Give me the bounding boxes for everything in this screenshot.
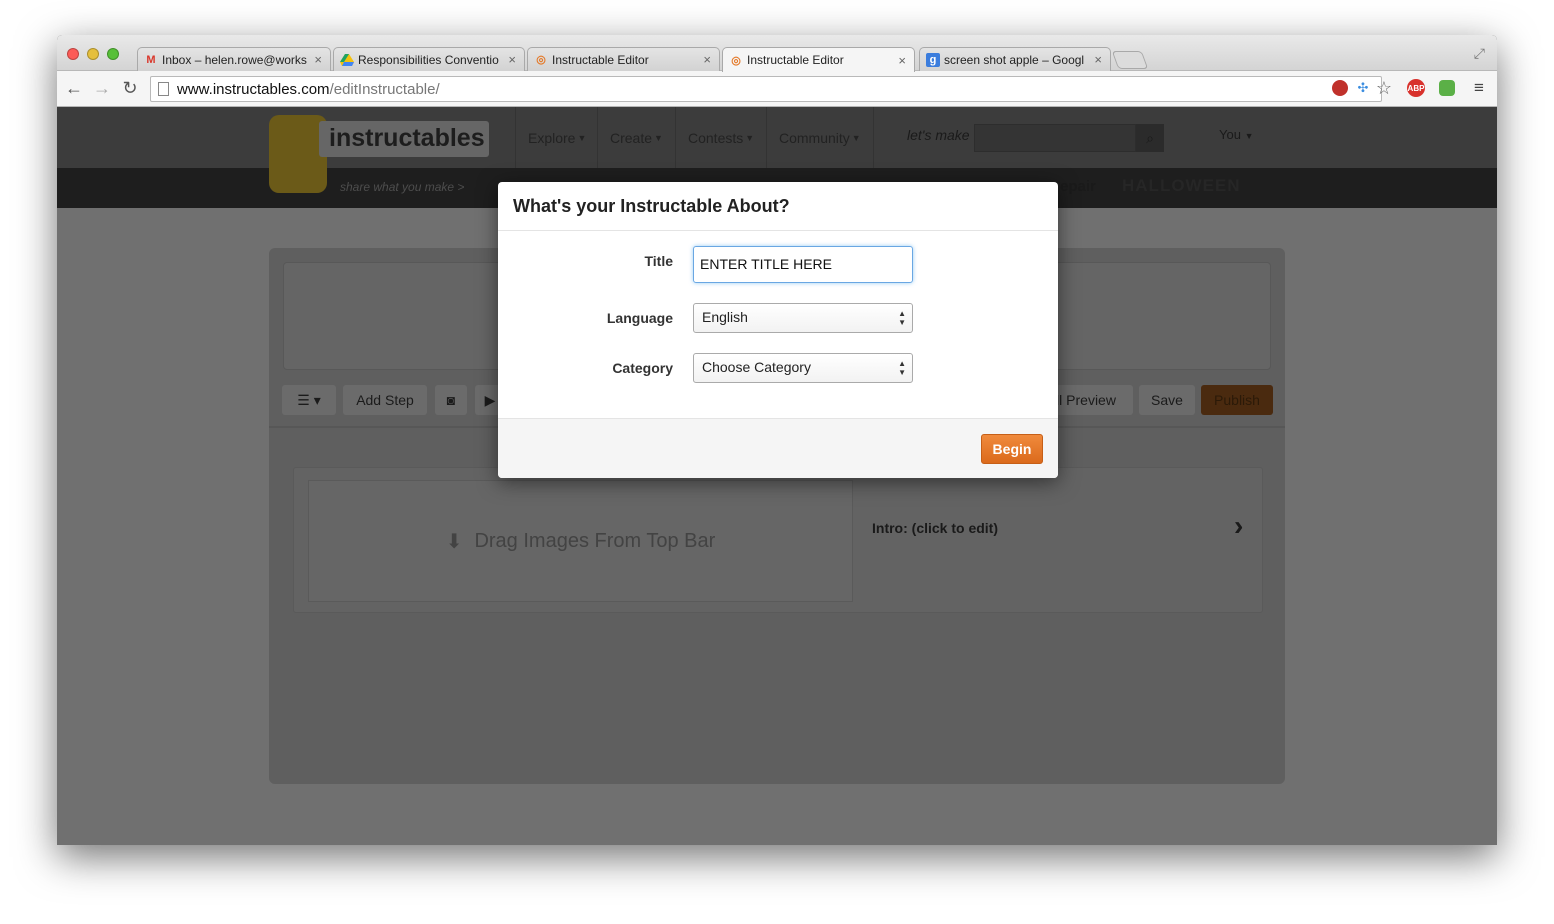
user-menu[interactable]: You ▼: [1219, 127, 1253, 142]
step-list-button[interactable]: ☰ ▾: [282, 385, 336, 415]
modal-title: What's your Instructable About?: [513, 196, 790, 216]
tab-title: Inbox – helen.rowe@works: [162, 52, 307, 67]
minimize-window-button[interactable]: [87, 48, 99, 60]
browser-tab-gmail[interactable]: M Inbox – helen.rowe@works ×: [137, 47, 331, 71]
site-tagline[interactable]: share what you make >: [340, 180, 464, 194]
caret-down-icon: ▼: [745, 132, 755, 143]
close-window-button[interactable]: [67, 48, 79, 60]
begin-button[interactable]: Begin: [981, 434, 1043, 464]
modal-header: What's your Instructable About?: [498, 182, 1058, 231]
close-tab-icon[interactable]: ×: [703, 52, 711, 67]
instructables-icon: ◎: [536, 54, 546, 66]
menu-icon[interactable]: ≡: [1469, 78, 1489, 98]
nav-label: Contests: [688, 129, 744, 146]
subnav-halloween-link[interactable]: HALLOWEEN: [1122, 176, 1241, 196]
save-button[interactable]: Save: [1139, 385, 1195, 415]
site-logo[interactable]: instructables: [319, 121, 489, 157]
nav-create[interactable]: Create ▼: [597, 107, 675, 168]
browser-tab-instructables[interactable]: ◎ Instructable Editor ×: [527, 47, 720, 71]
address-bar[interactable]: www.instructables.com/editInstructable/: [150, 76, 1382, 102]
step-image-dropzone[interactable]: ⬇ Drag Images From Top Bar: [308, 480, 853, 602]
category-label: Category: [612, 360, 673, 376]
arrow-down-icon: ⬇: [445, 530, 463, 553]
title-input[interactable]: ENTER TITLE HERE: [693, 246, 913, 283]
category-selected-value: Choose Category: [702, 359, 811, 375]
caret-down-icon: ▼: [577, 132, 587, 143]
extension-lastpass-icon[interactable]: [1332, 80, 1348, 96]
google-icon: g: [926, 52, 940, 67]
drive-icon: [340, 53, 354, 67]
page-viewport: epair HALLOWEEN instructables share what…: [57, 107, 1497, 845]
new-instructable-modal: What's your Instructable About? Title EN…: [498, 182, 1058, 478]
caret-down-icon: ▼: [851, 132, 861, 143]
user-label: You: [1219, 127, 1241, 142]
tab-title: screen shot apple – Googl: [944, 52, 1085, 67]
chevron-right-icon[interactable]: ›: [1234, 510, 1243, 542]
publish-button[interactable]: Publish: [1201, 385, 1273, 415]
close-tab-icon[interactable]: ×: [314, 52, 322, 67]
extension-network-icon[interactable]: ✣: [1353, 78, 1373, 98]
new-tab-button[interactable]: [1111, 51, 1149, 69]
extension-download-icon[interactable]: [1439, 80, 1455, 96]
gmail-icon: M: [146, 53, 156, 66]
tab-title: Instructable Editor: [552, 52, 649, 67]
select-arrows-icon: ▲ ▼: [898, 309, 906, 327]
intro-step-label[interactable]: Intro: (click to edit): [872, 520, 998, 536]
caret-down-icon: ▼: [1244, 131, 1254, 141]
browser-tab-instructables-active[interactable]: ◎ Instructable Editor ×: [722, 47, 915, 72]
instructables-icon: ◎: [731, 54, 741, 67]
url-host: www.instructables.com: [177, 81, 330, 98]
tab-title: Responsibilities Conventio: [358, 52, 499, 67]
url-path: /editInstructable/: [329, 81, 440, 98]
nav-label: Explore: [528, 129, 576, 146]
nav-explore[interactable]: Explore ▼: [515, 107, 598, 168]
tab-title: Instructable Editor: [747, 53, 844, 67]
search-prompt: let's make: [907, 127, 970, 143]
language-select[interactable]: English ▲ ▼: [693, 303, 913, 333]
browser-tab-drive[interactable]: Responsibilities Conventio ×: [333, 47, 525, 71]
nav-contests[interactable]: Contests ▼: [675, 107, 766, 168]
browser-tab-google[interactable]: g screen shot apple – Googl ×: [919, 47, 1111, 71]
modal-footer: Begin: [498, 418, 1058, 478]
nav-community[interactable]: Community ▼: [766, 107, 874, 168]
browser-window: M Inbox – helen.rowe@works × Responsibil…: [57, 35, 1497, 845]
intro-step-card[interactable]: ⬇ Drag Images From Top Bar Intro: (click…: [293, 467, 1263, 613]
caret-down-icon: ▼: [654, 132, 663, 143]
close-tab-icon[interactable]: ×: [1094, 52, 1102, 67]
site-search-input[interactable]: [974, 124, 1136, 152]
subnav-repair-link[interactable]: epair: [1060, 178, 1096, 195]
fullscreen-icon[interactable]: ⤢: [1474, 45, 1485, 62]
window-controls: [67, 48, 119, 60]
select-arrows-icon: ▲ ▼: [898, 359, 906, 377]
camera-icon[interactable]: ◙: [435, 385, 467, 415]
list-icon: ☰ ▾: [297, 391, 321, 408]
language-selected-value: English: [702, 309, 748, 325]
nav-label: Create: [610, 129, 653, 146]
category-select[interactable]: Choose Category ▲ ▼: [693, 353, 913, 383]
adblock-plus-icon[interactable]: ABP: [1407, 79, 1425, 97]
browser-toolbar: ← → ↻ www.instructables.com/editInstruct…: [57, 71, 1497, 107]
close-tab-icon[interactable]: ×: [898, 53, 906, 68]
title-label: Title: [644, 253, 673, 269]
forward-arrow-icon[interactable]: →: [91, 78, 113, 99]
nav-label: Community: [779, 129, 850, 146]
close-tab-icon[interactable]: ×: [508, 52, 516, 67]
search-icon[interactable]: ⌕: [1136, 124, 1164, 152]
page-icon: [158, 82, 169, 96]
bookmark-star-icon[interactable]: ☆: [1374, 78, 1394, 98]
abp-label: ABP: [1407, 83, 1425, 93]
language-label: Language: [606, 310, 673, 326]
zoom-window-button[interactable]: [107, 48, 119, 60]
back-arrow-icon[interactable]: ←: [63, 78, 85, 99]
reload-icon[interactable]: ↻: [119, 78, 141, 99]
add-step-button[interactable]: Add Step: [343, 385, 427, 415]
browser-tab-strip: M Inbox – helen.rowe@works × Responsibil…: [57, 35, 1497, 72]
dropzone-label: Drag Images From Top Bar: [474, 529, 716, 552]
